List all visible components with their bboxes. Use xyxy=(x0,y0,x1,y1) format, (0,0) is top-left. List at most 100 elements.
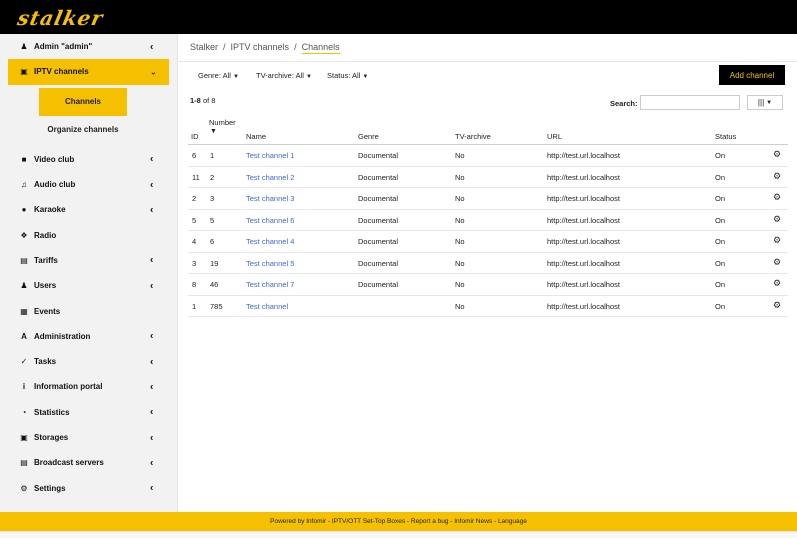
cell-number: 6 xyxy=(210,237,215,246)
gear-icon[interactable]: ⚙ xyxy=(773,171,781,182)
column-header-name[interactable]: Name xyxy=(246,132,266,141)
sidebar-item-label: Statistics xyxy=(34,407,70,417)
sidebar-item-label: Audio club xyxy=(34,180,76,190)
cell-url: http://test.url.localhost xyxy=(547,280,620,289)
sidebar-item-settings[interactable]: ⚙ Settings ‹ xyxy=(0,475,177,500)
sidebar-item-admin[interactable]: ♟ Admin "admin" ‹ xyxy=(0,34,177,59)
chevron-left-icon: ‹ xyxy=(150,330,154,342)
caret-down-icon: ▼ xyxy=(362,74,369,80)
footer-links[interactable]: Powered by Infomir - IPTV/OTT Set-Top Bo… xyxy=(270,518,527,525)
gear-icon[interactable]: ⚙ xyxy=(773,278,781,289)
cell-id: 1 xyxy=(192,301,197,311)
sidebar-item-tariffs[interactable]: ▤ Tariffs ‹ xyxy=(0,248,177,273)
table-row: 1 785 Test channel No http://test.url.lo… xyxy=(188,296,788,317)
sidebar-item-karaoke[interactable]: ● Karaoke ‹ xyxy=(0,197,177,222)
cell-genre: Documental xyxy=(358,172,399,182)
sidebar-item-broadcast-servers[interactable]: ▤ Broadcast servers ‹ xyxy=(0,450,177,475)
chevron-left-icon: ‹ xyxy=(150,432,154,443)
cell-number: 3 xyxy=(210,194,215,203)
columns-button[interactable]: ||| ▼ xyxy=(747,95,783,110)
gear-icon[interactable]: ⚙ xyxy=(773,214,781,225)
video-camera-icon: ■ xyxy=(21,154,27,164)
column-header-number[interactable]: Number xyxy=(209,118,236,127)
status-filter[interactable]: Status: All ▼ xyxy=(327,71,368,80)
channel-name-link[interactable]: Test channel xyxy=(246,302,288,311)
gear-icon[interactable]: ⚙ xyxy=(773,257,781,268)
cell-id: 3 xyxy=(192,258,197,268)
sidebar-item-tasks[interactable]: ✓ Tasks ‹ xyxy=(0,349,177,374)
table-row: 3 19 Test channel 5 Documental No http:/… xyxy=(188,253,788,274)
storage-icon: ▣ xyxy=(20,433,28,442)
cell-status: On xyxy=(715,172,726,182)
cell-status: On xyxy=(715,301,726,311)
cell-genre: Documental xyxy=(358,215,399,225)
bottom-strip xyxy=(0,531,797,538)
breadcrumb-separator: / xyxy=(294,42,297,52)
gear-icon[interactable]: ⚙ xyxy=(773,300,781,311)
sidebar-item-users[interactable]: ♟ Users ‹ xyxy=(0,273,177,298)
sidebar-item-label: IPTV channels xyxy=(34,67,89,77)
sidebar-item-radio[interactable]: ❖ Radio xyxy=(0,222,177,247)
cell-id: 2 xyxy=(192,194,197,203)
channel-name-link[interactable]: Test channel 6 xyxy=(246,216,294,225)
records-range-prefix: 1-8 xyxy=(190,96,201,105)
channel-name-link[interactable]: Test channel 5 xyxy=(246,259,294,268)
cell-tv-archive: No xyxy=(455,280,465,289)
chevron-left-icon: ‹ xyxy=(150,356,154,368)
column-header-genre[interactable]: Genre xyxy=(358,132,379,141)
sidebar-item-label: Admin "admin" xyxy=(34,42,93,52)
sidebar-item-video-club[interactable]: ■ Video club ‹ xyxy=(0,147,177,172)
search-input[interactable] xyxy=(640,95,740,110)
info-icon: i xyxy=(22,382,26,392)
sidebar-item-statistics[interactable]: ◔ Statistics ‹ xyxy=(0,400,177,425)
breadcrumb-divider xyxy=(178,61,797,62)
sidebar-subitem-channels[interactable]: Channels xyxy=(39,87,127,116)
monitor-icon: ▣ xyxy=(20,67,28,77)
gear-icon[interactable]: ⚙ xyxy=(773,192,781,203)
cell-url: http://test.url.localhost xyxy=(547,258,620,268)
chevron-left-icon: ‹ xyxy=(150,153,154,165)
sidebar-subitem-organize-channels[interactable]: Organize channels xyxy=(39,116,127,144)
status-filter-label: Status: All xyxy=(327,71,361,80)
channel-name-link[interactable]: Test channel 7 xyxy=(246,280,294,289)
cell-tv-archive: No xyxy=(455,172,465,182)
genre-filter[interactable]: Genre: All ▼ xyxy=(198,71,239,80)
channel-name-link[interactable]: Test channel 2 xyxy=(246,173,294,182)
breadcrumb-item-stalker[interactable]: Stalker xyxy=(190,42,218,52)
cell-id: 8 xyxy=(192,280,197,289)
chevron-left-icon: ‹ xyxy=(150,280,154,292)
gear-icon[interactable]: ⚙ xyxy=(773,235,781,246)
gear-icon[interactable]: ⚙ xyxy=(773,149,781,160)
sidebar-item-events[interactable]: ▦ Events xyxy=(0,298,177,323)
table-row: 8 46 Test channel 7 Documental No http:/… xyxy=(188,274,788,296)
channel-name-link[interactable]: Test channel 1 xyxy=(246,151,294,160)
add-channel-button[interactable]: Add channel xyxy=(719,65,785,85)
cell-url: http://test.url.localhost xyxy=(547,151,620,160)
sidebar-item-audio-club[interactable]: ♫ Audio club ‹ xyxy=(0,172,177,197)
cell-tv-archive: No xyxy=(455,258,465,268)
column-header-status[interactable]: Status xyxy=(715,132,736,141)
sidebar-item-information-portal[interactable]: i Information portal ‹ xyxy=(0,374,177,399)
table-row: 2 3 Test channel 3 Documental No http://… xyxy=(188,188,788,210)
breadcrumb-separator: / xyxy=(223,42,226,52)
genre-filter-label: Genre: All xyxy=(198,71,231,80)
cell-genre: Documental xyxy=(358,258,399,268)
column-header-url[interactable]: URL xyxy=(547,132,562,141)
columns-icon: ||| xyxy=(757,98,765,107)
logo[interactable]: stalker xyxy=(15,6,105,30)
cell-tv-archive: No xyxy=(455,194,465,203)
cell-url: http://test.url.localhost xyxy=(547,237,620,246)
cell-status: On xyxy=(715,237,726,246)
column-header-tv-archive[interactable]: TV-archive xyxy=(455,132,491,141)
tv-archive-filter-label: TV-archive: All xyxy=(256,71,304,80)
sidebar-item-storages[interactable]: ▣ Storages ‹ xyxy=(0,425,177,450)
sidebar-item-administration[interactable]: A Administration ‹ xyxy=(0,324,177,349)
column-header-id[interactable]: ID xyxy=(191,132,199,141)
channel-name-link[interactable]: Test channel 4 xyxy=(246,237,294,246)
channel-name-link[interactable]: Test channel 3 xyxy=(246,194,294,203)
sidebar-item-iptv-channels[interactable]: ▣ IPTV channels ⌄ xyxy=(8,59,169,85)
tv-archive-filter[interactable]: TV-archive: All ▼ xyxy=(256,71,312,80)
sidebar: ♟ Admin "admin" ‹ ▣ IPTV channels ⌄ Chan… xyxy=(0,34,178,512)
gears-icon: ⚙ xyxy=(20,483,28,493)
breadcrumb-item-iptv-channels[interactable]: IPTV channels xyxy=(231,42,290,52)
